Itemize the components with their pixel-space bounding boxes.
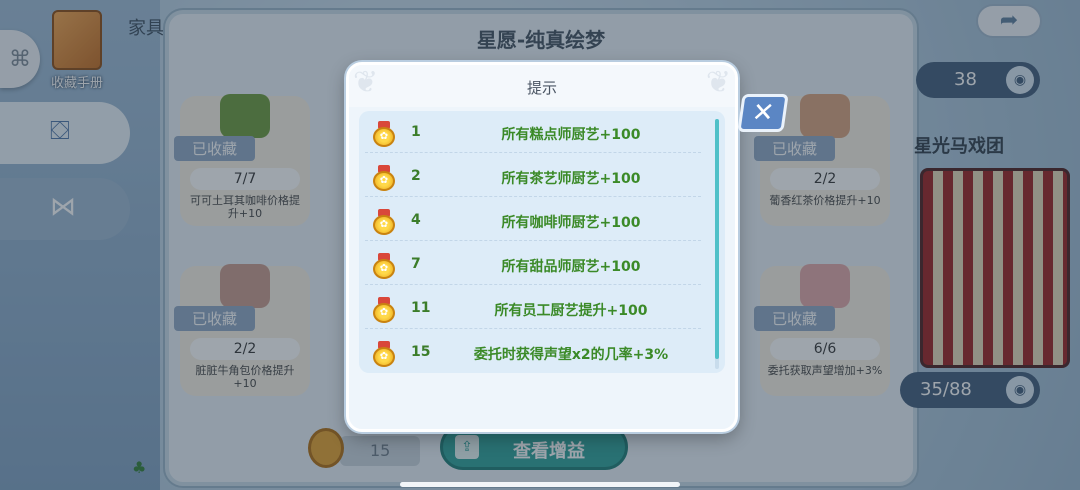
reward-row: ✿ 7 所有甜品师厨艺+100	[365, 247, 701, 285]
reward-level: 1	[411, 124, 421, 140]
reward-level: 2	[411, 168, 421, 184]
reward-level: 15	[411, 344, 431, 360]
reward-list[interactable]: ✿ 1 所有糕点师厨艺+100 ✿ 2 所有茶艺师厨艺+100 ✿ 4 所有咖啡…	[359, 111, 725, 373]
reward-level: 4	[411, 212, 421, 228]
tip-dialog: ❦ ❦ 提示 ✿ 1 所有糕点师厨艺+100 ✿ 2 所有茶艺师厨艺+100 ✿…	[346, 62, 738, 432]
medal-icon: ✿	[373, 341, 395, 367]
reward-text: 所有咖啡师厨艺+100	[501, 215, 641, 231]
scrollbar-thumb[interactable]	[715, 119, 719, 359]
close-button[interactable]: ✕	[737, 94, 789, 132]
medal-icon: ✿	[373, 253, 395, 279]
medal-icon: ✿	[373, 165, 395, 191]
reward-text: 所有甜品师厨艺+100	[501, 259, 641, 275]
reward-row: ✿ 4 所有咖啡师厨艺+100	[365, 203, 701, 241]
reward-row: ✿ 15 委托时获得声望x2的几率+3%	[365, 335, 701, 373]
reward-text: 所有茶艺师厨艺+100	[501, 171, 641, 187]
reward-text: 所有员工厨艺提升+100	[494, 303, 648, 319]
medal-icon: ✿	[373, 209, 395, 235]
reward-row: ✿ 11 所有员工厨艺提升+100	[365, 291, 701, 329]
reward-level: 11	[411, 300, 431, 316]
reward-level: 7	[411, 256, 421, 272]
dialog-title: 提示	[526, 79, 557, 97]
reward-text: 委托时获得声望x2的几率+3%	[473, 347, 669, 363]
medal-icon: ✿	[373, 121, 395, 147]
reward-row: ✿ 1 所有糕点师厨艺+100	[365, 115, 701, 153]
medal-icon: ✿	[373, 297, 395, 323]
reward-text: 所有糕点师厨艺+100	[501, 127, 641, 143]
reward-row: ✿ 2 所有茶艺师厨艺+100	[365, 159, 701, 197]
close-icon: ✕	[749, 98, 776, 128]
dialog-header: ❦ ❦ 提示	[349, 65, 735, 107]
home-indicator[interactable]	[400, 482, 680, 487]
